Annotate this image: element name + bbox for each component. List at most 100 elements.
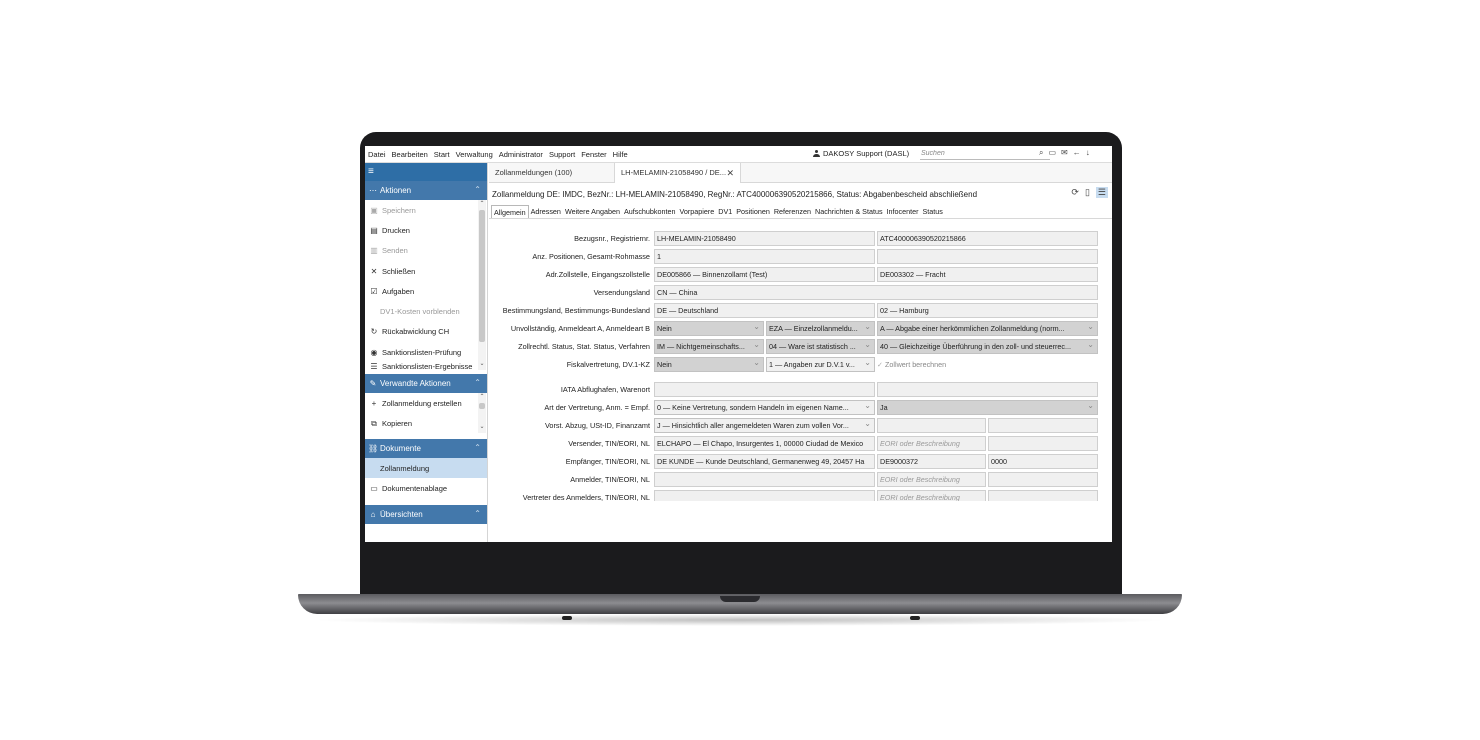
- sidebar-item-label: Schließen: [382, 266, 416, 276]
- download-icon[interactable]: ↓: [1086, 148, 1090, 158]
- menu-start[interactable]: Start: [431, 150, 453, 159]
- form-row-versender: Versender, TIN/EORI, NL ELCHAPO — El Cha…: [489, 436, 1112, 451]
- dots-icon: ⋯: [369, 186, 377, 195]
- mail-icon[interactable]: ✉: [1061, 148, 1068, 158]
- search-input[interactable]: [920, 148, 1050, 160]
- section-verwandte-aktionen[interactable]: ✎ Verwandte Aktionen ⌃: [365, 374, 487, 394]
- vorst-abzug-select[interactable]: J — Hinsichtlich aller angemeldeten Ware…: [654, 418, 875, 433]
- sidebar-item-aufgaben[interactable]: ☑ Aufgaben: [365, 281, 487, 301]
- sidebar-item-senden[interactable]: ▥ Senden: [365, 241, 487, 261]
- scroll-down-icon[interactable]: ⌄: [478, 423, 486, 430]
- empfaenger-eori-field[interactable]: DE9000372: [877, 454, 986, 469]
- scrollbar[interactable]: ⌃ ⌄: [478, 393, 486, 434]
- section-aktionen[interactable]: ⋯ Aktionen ⌃: [365, 181, 487, 200]
- tab-adressen[interactable]: Adressen: [529, 205, 563, 218]
- versender-eori-field[interactable]: EORI oder Beschreibung: [877, 436, 986, 451]
- vertreter-eori-field[interactable]: EORI oder Beschreibung: [877, 490, 986, 501]
- field-label: Anmelder, TIN/EORI, NL: [570, 475, 650, 484]
- unvollstaendig-select[interactable]: Nein: [654, 321, 764, 336]
- sidebar-item-speichern[interactable]: ▣ Speichern: [365, 200, 487, 220]
- menu-hilfe[interactable]: Hilfe: [610, 150, 631, 159]
- bezugsnr-field[interactable]: LH-MELAMIN-21058490: [654, 231, 875, 246]
- tab-allgemein[interactable]: Allgemein: [491, 205, 529, 218]
- section-uebersichten[interactable]: ⌂ Übersichten ⌃: [365, 504, 487, 524]
- sidebar-item-zollanmeldung[interactable]: Zollanmeldung: [365, 457, 487, 479]
- sidebar-item-drucken[interactable]: ▤ Drucken: [365, 220, 487, 240]
- menu-bearbeiten[interactable]: Bearbeiten: [389, 150, 431, 159]
- menu-support[interactable]: Support: [546, 150, 578, 159]
- anmelder-field[interactable]: [654, 472, 875, 487]
- bestimmungs-bundesland-field[interactable]: 02 — Hamburg: [877, 303, 1098, 318]
- vertreter-nl-field[interactable]: [988, 490, 1098, 501]
- eingangszollstelle-field[interactable]: DE003302 — Fracht: [877, 267, 1098, 282]
- iata-abflughafen-field[interactable]: [654, 382, 875, 397]
- tab-dv1[interactable]: DV1: [716, 205, 734, 218]
- anmeldeart-a-select[interactable]: EZA — Einzelzollanmeldu...: [766, 321, 875, 336]
- section-dokumente[interactable]: ⛓ Dokumente ⌃: [365, 438, 487, 458]
- scrollbar-thumb[interactable]: [479, 403, 485, 410]
- tab-vorpapiere[interactable]: Vorpapiere: [678, 205, 717, 218]
- zollrechtl-status-select[interactable]: IM — Nichtgemeinschafts...: [654, 339, 764, 354]
- anz-positionen-field[interactable]: 1: [654, 249, 875, 264]
- finanzamt-field[interactable]: [988, 418, 1098, 433]
- vertreter-field[interactable]: [654, 490, 875, 501]
- message-icon[interactable]: ▭: [1048, 148, 1056, 158]
- zollwert-berechnen-checkbox[interactable]: ✓ Zollwert berechnen: [877, 357, 946, 372]
- tab-referenzen[interactable]: Referenzen: [772, 205, 813, 218]
- sidebar-item-schliessen[interactable]: ✕ Schließen: [365, 261, 487, 281]
- sidebar-item-sanktionslisten-pruefung[interactable]: ◉ Sanktionslisten-Prüfung: [365, 342, 487, 362]
- hamburger-icon[interactable]: ≡: [365, 163, 487, 181]
- search-icon[interactable]: ⌕: [1039, 148, 1043, 158]
- verfahren-select[interactable]: 40 — Gleichzeitige Überführung in den zo…: [877, 339, 1098, 354]
- tab-weitere-angaben[interactable]: Weitere Angaben: [563, 205, 622, 218]
- warenort-field[interactable]: [877, 382, 1098, 397]
- empfaenger-field[interactable]: DE KUNDE — Kunde Deutschland, Germanenwe…: [654, 454, 875, 469]
- sidebar-item-dv1-kosten[interactable]: DV1-Kosten vorblenden: [365, 301, 487, 321]
- empfaenger-nl-field[interactable]: 0000: [988, 454, 1098, 469]
- back-icon[interactable]: ←: [1073, 148, 1081, 158]
- refresh-icon[interactable]: ⟳: [1071, 187, 1079, 198]
- versendungsland-field[interactable]: CN — China: [654, 285, 1098, 300]
- scroll-down-icon[interactable]: ⌄: [478, 360, 486, 367]
- ust-id-field[interactable]: [877, 418, 986, 433]
- sidebar-item-kopieren[interactable]: ⧉ Kopieren: [365, 414, 487, 434]
- sidebar-item-zollanmeldung-erstellen[interactable]: + Zollanmeldung erstellen: [365, 393, 487, 413]
- menu-datei[interactable]: Datei: [365, 150, 389, 159]
- tab-status[interactable]: Status: [921, 205, 945, 218]
- tab-zollanmeldungen[interactable]: Zollanmeldungen (100): [489, 163, 615, 183]
- menu-administrator[interactable]: Administrator: [496, 150, 546, 159]
- scrollbar[interactable]: ⌃ ⌄: [478, 200, 486, 370]
- list-view-icon[interactable]: ☰: [1095, 187, 1108, 198]
- tab-positionen[interactable]: Positionen: [734, 205, 772, 218]
- fiskalvertretung-select[interactable]: Nein: [654, 357, 764, 372]
- tab-aufschubkonten[interactable]: Aufschubkonten: [622, 205, 678, 218]
- tab-label: Zollanmeldungen (100): [495, 168, 573, 177]
- anmelder-eori-field[interactable]: EORI oder Beschreibung: [877, 472, 986, 487]
- bestimmungsland-field[interactable]: DE — Deutschland: [654, 303, 875, 318]
- tab-current-document[interactable]: LH-MELAMIN-21058490 / DE... ✕: [615, 163, 741, 183]
- anmeldeart-b-select[interactable]: A — Abgabe einer herkömmlichen Zollanmel…: [877, 321, 1098, 336]
- scroll-up-icon[interactable]: ⌃: [478, 393, 486, 400]
- versender-field[interactable]: ELCHAPO — El Chapo, Insurgentes 1, 00000…: [654, 436, 875, 451]
- anm-empf-select[interactable]: Ja: [877, 400, 1098, 415]
- menu-verwaltung[interactable]: Verwaltung: [453, 150, 496, 159]
- gesamt-rohmasse-field[interactable]: [877, 249, 1098, 264]
- close-icon[interactable]: ✕: [726, 163, 734, 183]
- stat-status-select[interactable]: 04 — Ware ist statistisch ...: [766, 339, 875, 354]
- user-menu[interactable]: DAKOSY Support (DASL): [813, 149, 909, 158]
- sidebar-item-dokumentenablage[interactable]: ▭ Dokumentenablage: [365, 478, 487, 498]
- adr-zollstelle-field[interactable]: DE005866 — Binnenzollamt (Test): [654, 267, 875, 282]
- tab-infocenter[interactable]: Infocenter: [885, 205, 921, 218]
- scrollbar-thumb[interactable]: [479, 210, 485, 342]
- dv1-kz-select[interactable]: 1 — Angaben zur D.V.1 v...: [766, 357, 875, 372]
- versender-nl-field[interactable]: [988, 436, 1098, 451]
- scroll-up-icon[interactable]: ⌃: [478, 200, 486, 207]
- sidebar-item-sanktionslisten-ergebnisse[interactable]: ☰ Sanktionslisten-Ergebnisse: [365, 362, 487, 374]
- art-der-vertretung-select[interactable]: 0 — Keine Vertretung, sondern Handeln im…: [654, 400, 875, 415]
- menu-fenster[interactable]: Fenster: [578, 150, 609, 159]
- anmelder-nl-field[interactable]: [988, 472, 1098, 487]
- tab-nachrichten-status[interactable]: Nachrichten & Status: [813, 205, 885, 218]
- registriernr-field[interactable]: ATC400006390520215866: [877, 231, 1098, 246]
- document-icon[interactable]: ▯: [1085, 187, 1090, 198]
- sidebar-item-rueckabwicklung[interactable]: ↻ Rückabwicklung CH: [365, 322, 487, 342]
